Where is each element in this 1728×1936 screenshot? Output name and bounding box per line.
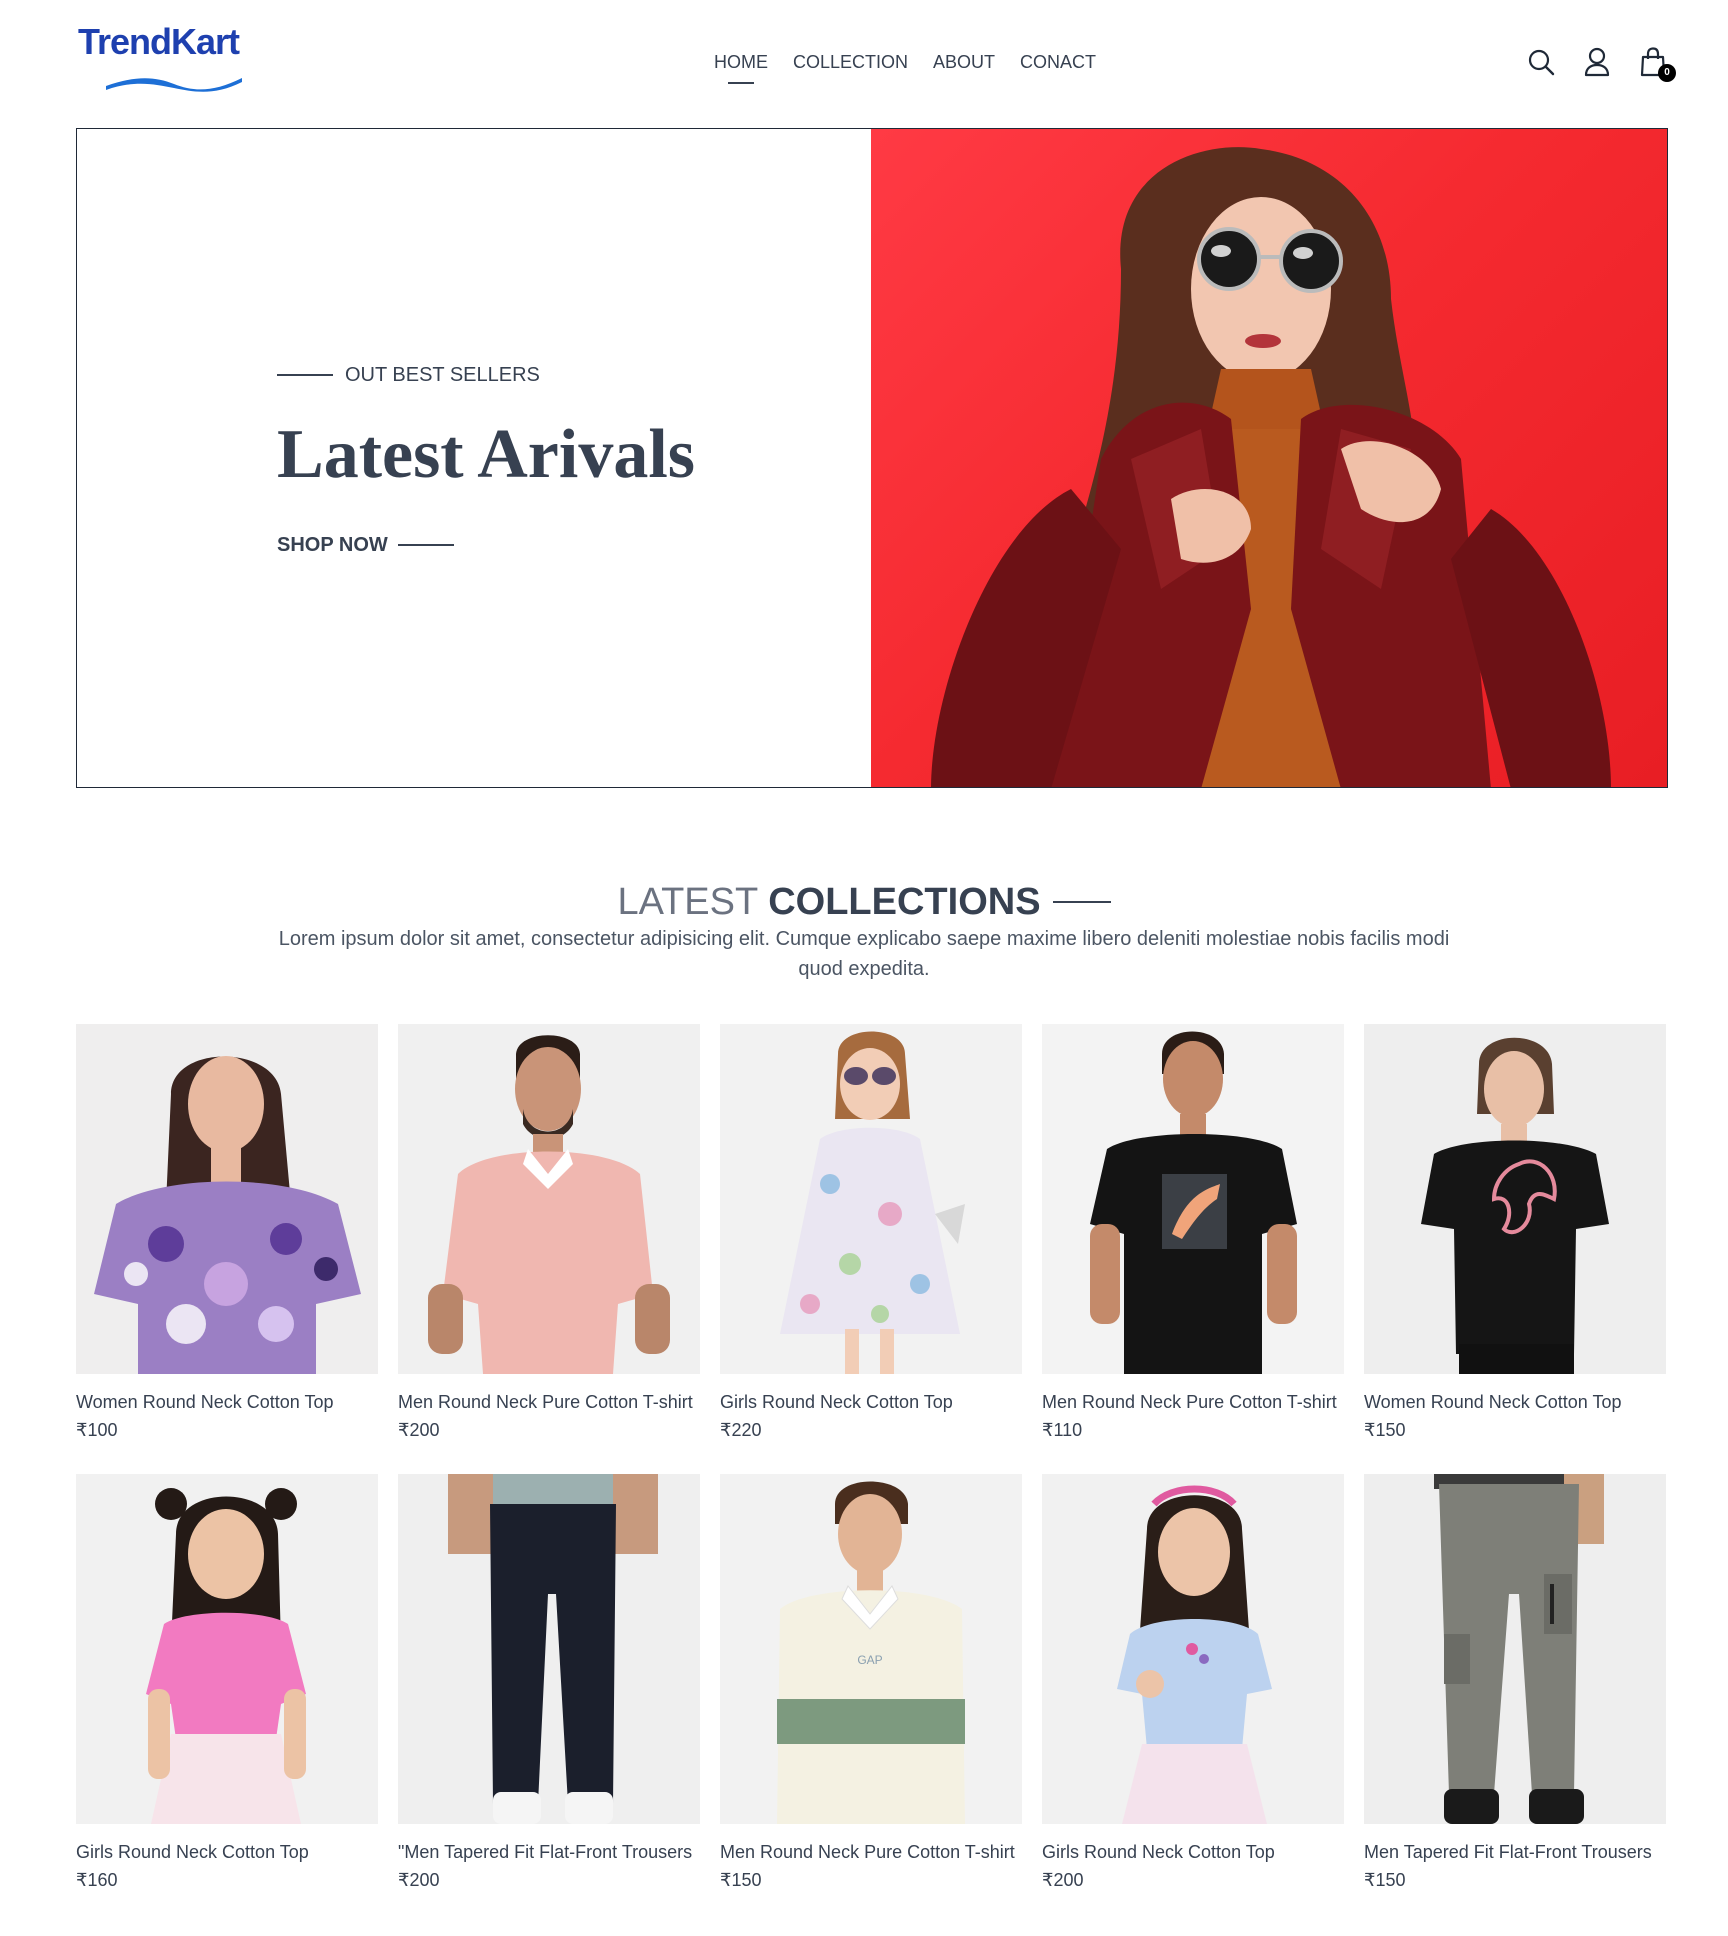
section-title: LATEST COLLECTIONS [617, 878, 1111, 926]
product-image[interactable] [76, 1024, 378, 1374]
product-image[interactable] [1042, 1474, 1344, 1824]
product-card[interactable]: Men Round Neck Pure Cotton T-shirt ₹200 [398, 1024, 700, 1444]
divider-line [397, 544, 454, 546]
product-image[interactable] [720, 1024, 1022, 1374]
product-image[interactable] [398, 1024, 700, 1374]
section-heading: LATEST COLLECTIONS [0, 878, 1728, 926]
user-icon [1584, 47, 1610, 77]
brand-logo[interactable]: TrendKart [78, 22, 254, 102]
product-name[interactable]: Girls Round Neck Cotton Top [1042, 1838, 1344, 1866]
nav-link-collection[interactable]: COLLECTION [793, 48, 908, 76]
search-button[interactable] [1526, 46, 1556, 78]
navbar: TrendKart HOME COLLECTION ABOUT CONACT 0 [0, 0, 1728, 128]
shop-now-label: SHOP NOW [277, 534, 388, 556]
hero-model-illustration [931, 147, 1611, 787]
section-title-light: LATEST [617, 881, 759, 923]
search-icon [1528, 49, 1555, 76]
product-card[interactable]: Girls Round Neck Cotton Top ₹200 [1042, 1474, 1344, 1894]
product-image[interactable]: GAP [720, 1474, 1022, 1824]
product-image[interactable] [1364, 1474, 1666, 1824]
hero-text-panel: OUT BEST SELLERS Latest Arivals SHOP NOW [77, 129, 871, 787]
hero-banner: OUT BEST SELLERS Latest Arivals SHOP NOW [76, 128, 1668, 788]
nav-link-label: HOME [714, 52, 768, 72]
product-price: ₹150 [720, 1870, 762, 1890]
product-card[interactable]: "Men Tapered Fit Flat-Front Trousers ₹20… [398, 1474, 700, 1894]
svg-text:GAP: GAP [857, 1653, 882, 1667]
product-price: ₹150 [1364, 1420, 1406, 1440]
product-price: ₹110 [1042, 1420, 1083, 1440]
product-image[interactable] [398, 1474, 700, 1824]
product-name[interactable]: Women Round Neck Cotton Top [76, 1388, 378, 1416]
hero-eyebrow: OUT BEST SELLERS [277, 361, 540, 389]
product-price: ₹160 [76, 1870, 118, 1890]
main-nav: HOME COLLECTION ABOUT CONACT [714, 48, 1096, 84]
product-card[interactable]: Girls Round Neck Cotton Top ₹160 [76, 1474, 378, 1894]
product-card[interactable]: Women Round Neck Cotton Top ₹100 [76, 1024, 378, 1444]
product-card[interactable]: Men Round Neck Pure Cotton T-shirt ₹110 [1042, 1024, 1344, 1444]
hero-image [871, 129, 1667, 787]
brand-name: TrendKart [78, 21, 240, 62]
product-price: ₹220 [720, 1420, 762, 1440]
product-name[interactable]: Men Round Neck Pure Cotton T-shirt [1042, 1388, 1344, 1416]
product-price: ₹200 [1042, 1870, 1084, 1890]
active-underline [728, 82, 754, 84]
product-price: ₹150 [1364, 1870, 1406, 1890]
product-card[interactable]: Men Tapered Fit Flat-Front Trousers ₹150 [1364, 1474, 1666, 1894]
hero-eyebrow-text: OUT BEST SELLERS [345, 364, 540, 386]
profile-button[interactable] [1582, 46, 1612, 78]
logo-wave-icon [106, 78, 242, 92]
divider-line [277, 374, 333, 376]
product-grid: Women Round Neck Cotton Top ₹100 Men Rou… [76, 1024, 1668, 1894]
section-description: Lorem ipsum dolor sit amet, consectetur … [278, 928, 1450, 980]
cart-button[interactable]: 0 [1638, 46, 1676, 82]
product-name[interactable]: Men Round Neck Pure Cotton T-shirt [720, 1838, 1022, 1866]
product-card[interactable]: Women Round Neck Cotton Top ₹150 [1364, 1024, 1666, 1444]
product-name[interactable]: "Men Tapered Fit Flat-Front Trousers [398, 1838, 700, 1866]
product-image[interactable] [76, 1474, 378, 1824]
product-card[interactable]: GAP Men Round Neck Pure Cotton T-shirt ₹… [720, 1474, 1022, 1894]
section-title-bold: COLLECTIONS [768, 881, 1041, 923]
product-price: ₹200 [398, 1870, 440, 1890]
product-name[interactable]: Men Round Neck Pure Cotton T-shirt [398, 1388, 700, 1416]
product-price: ₹100 [76, 1420, 118, 1440]
cart-count-badge: 0 [1658, 64, 1676, 82]
product-price: ₹200 [398, 1420, 440, 1440]
product-name[interactable]: Men Tapered Fit Flat-Front Trousers [1364, 1838, 1666, 1866]
nav-link-about[interactable]: ABOUT [933, 48, 995, 76]
nav-link-contact[interactable]: CONACT [1020, 48, 1096, 76]
product-image[interactable] [1364, 1024, 1666, 1374]
product-name[interactable]: Girls Round Neck Cotton Top [720, 1388, 1022, 1416]
product-name[interactable]: Girls Round Neck Cotton Top [76, 1838, 378, 1866]
nav-link-home[interactable]: HOME [714, 48, 768, 84]
divider-line [1052, 901, 1111, 903]
nav-link-label: COLLECTION [793, 52, 909, 72]
product-name[interactable]: Women Round Neck Cotton Top [1364, 1388, 1666, 1416]
nav-icons: 0 [1526, 46, 1676, 82]
nav-link-label: ABOUT [933, 52, 996, 72]
hero-title: Latest Arivals [277, 416, 696, 493]
shop-now-link[interactable]: SHOP NOW [277, 531, 454, 559]
product-image[interactable] [1042, 1024, 1344, 1374]
product-card[interactable]: Girls Round Neck Cotton Top ₹220 [720, 1024, 1022, 1444]
nav-link-label: CONACT [1020, 52, 1097, 72]
